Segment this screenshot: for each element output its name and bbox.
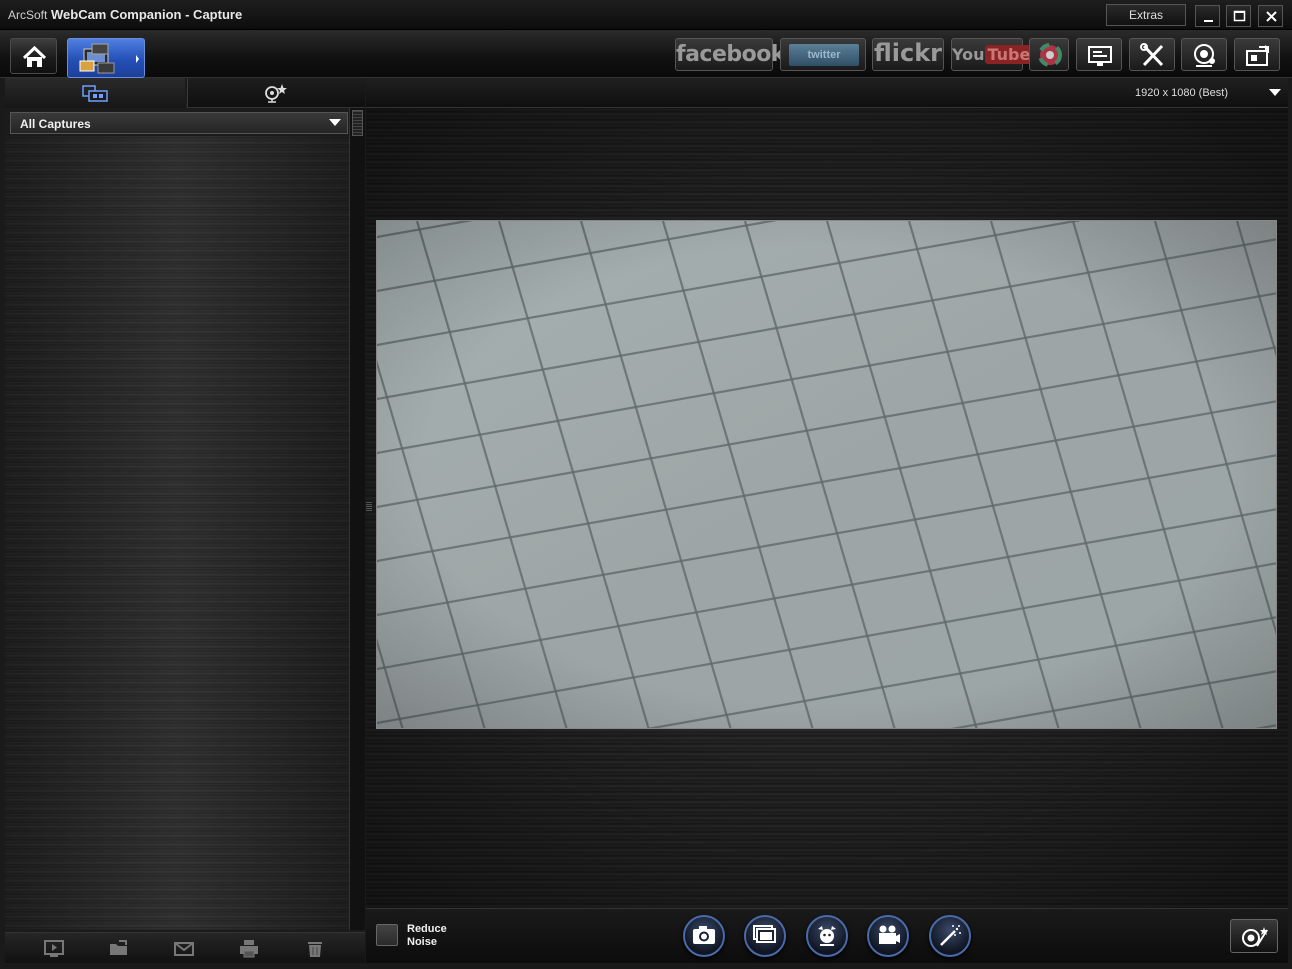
- capture-controls-bar: Reduce Noise: [366, 908, 1288, 963]
- resolution-bar[interactable]: 1920 x 1080 (Best): [366, 78, 1288, 108]
- webcam-settings-button[interactable]: [1181, 38, 1227, 71]
- captures-scrollbar[interactable]: [349, 108, 365, 930]
- youtube-button[interactable]: You Tube: [951, 38, 1034, 71]
- captures-filter-dropdown[interactable]: All Captures: [10, 112, 348, 134]
- reduce-noise-label: Reduce Noise: [407, 923, 447, 948]
- record-video-button[interactable]: [867, 915, 909, 957]
- captures-tab-icon: [82, 85, 108, 102]
- print-icon: [240, 940, 258, 958]
- minimize-button[interactable]: [1195, 5, 1220, 27]
- video-camera-icon: [879, 925, 900, 944]
- webcam-live-preview[interactable]: [376, 220, 1277, 729]
- export-icon: [1246, 45, 1269, 66]
- chevron-down-icon: [329, 119, 341, 126]
- open-folder-button[interactable]: [107, 937, 131, 959]
- webcam-effects-icon: [1242, 927, 1268, 947]
- trash-icon: [308, 942, 322, 957]
- panel-tabs: [5, 78, 365, 108]
- picasa-icon: [1038, 43, 1062, 67]
- picasa-button[interactable]: [1029, 38, 1069, 71]
- preview-panel: 1920 x 1080 (Best) Reduce Noise: [366, 78, 1288, 963]
- tools-icon: [1140, 43, 1164, 67]
- maximize-icon: [1233, 10, 1246, 22]
- extras-button[interactable]: Extras: [1106, 4, 1186, 26]
- webcam-feed-image: [377, 221, 1276, 728]
- magic-wand-icon: [940, 925, 961, 946]
- chevron-down-icon: [1269, 89, 1281, 96]
- youtube-tube: Tube: [984, 45, 1034, 64]
- tab-captures[interactable]: [5, 78, 185, 108]
- email-button[interactable]: [172, 937, 196, 959]
- title-bar: ArcSoft WebCam Companion - Capture Extra…: [0, 0, 1292, 30]
- delete-button[interactable]: [303, 937, 327, 959]
- captures-footer-toolbar: [5, 932, 365, 963]
- email-icon: [174, 942, 194, 956]
- flickr-button[interactable]: flickr: [872, 38, 944, 71]
- filter-selected-value: All Captures: [20, 117, 91, 131]
- panel-splitter-handle[interactable]: [366, 500, 372, 514]
- slideshow-button[interactable]: [42, 937, 66, 959]
- youtube-you: You: [952, 45, 985, 64]
- minimize-icon: [1204, 20, 1213, 22]
- display-button[interactable]: [1076, 38, 1122, 71]
- take-photo-button[interactable]: [683, 915, 725, 957]
- twitter-button[interactable]: twitter: [780, 38, 866, 71]
- close-button[interactable]: [1258, 5, 1283, 27]
- captures-list[interactable]: [5, 136, 349, 930]
- brand-small: ArcSoft: [8, 8, 48, 22]
- maximize-button[interactable]: [1226, 5, 1251, 27]
- home-button[interactable]: [10, 38, 57, 74]
- capture-mode-button[interactable]: [67, 38, 145, 78]
- video-effects-button[interactable]: [806, 915, 848, 957]
- tab-effects[interactable]: [187, 78, 365, 108]
- captures-panel: All Captures: [5, 78, 365, 963]
- close-icon: [1266, 11, 1277, 22]
- mode-name: - Capture: [185, 7, 243, 22]
- monitor-icon: [1088, 46, 1112, 66]
- resolution-selected-value: 1920 x 1080 (Best): [1135, 87, 1228, 99]
- effects-toggle-button[interactable]: [1230, 919, 1278, 953]
- magic-effects-button[interactable]: [929, 915, 971, 957]
- home-icon: [22, 45, 47, 67]
- scrollbar-thumb[interactable]: [352, 110, 363, 136]
- twitter-label: twitter: [789, 44, 859, 66]
- burst-photos-icon: [753, 925, 776, 943]
- webcam-icon: [1194, 44, 1215, 67]
- face-effects-icon: [818, 926, 836, 946]
- burst-photo-button[interactable]: [744, 915, 786, 957]
- print-button[interactable]: [237, 937, 261, 959]
- window-title: ArcSoft WebCam Companion - Capture: [8, 7, 242, 22]
- reduce-noise-checkbox[interactable]: [376, 924, 398, 946]
- capture-photos-icon: [79, 43, 139, 74]
- app-name: WebCam Companion: [50, 7, 182, 22]
- slideshow-icon: [44, 940, 64, 957]
- camera-icon: [693, 926, 715, 944]
- effects-tab-icon: [265, 84, 287, 103]
- folder-icon: [110, 940, 127, 955]
- facebook-button[interactable]: facebook: [675, 38, 786, 71]
- export-button[interactable]: [1234, 38, 1280, 71]
- settings-button[interactable]: [1129, 38, 1175, 71]
- main-toolbar: facebook twitter flickr You Tube: [0, 30, 1292, 78]
